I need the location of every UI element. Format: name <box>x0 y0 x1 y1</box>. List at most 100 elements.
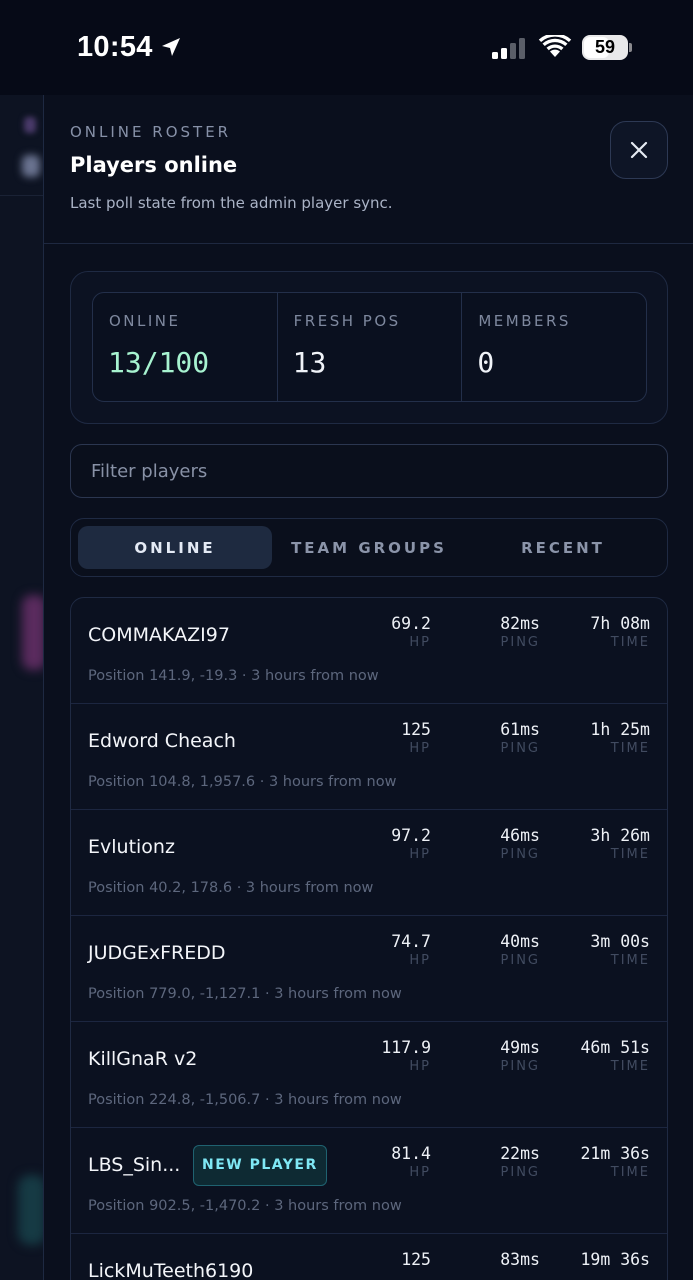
background-app <box>0 95 43 1280</box>
filter-players-field[interactable] <box>70 444 668 498</box>
player-ping: 40ms PING <box>440 932 540 968</box>
player-position: Position 224.8, -1,506.7 · 3 hours from … <box>88 1092 402 1108</box>
stat-value: 0 <box>477 346 495 379</box>
player-row[interactable]: KillGnaR v2 117.9 HP 49ms PING 46m 51s TIME… <box>71 1022 667 1128</box>
player-row[interactable]: COMMAKAZI97 69.2 HP 82ms PING 7h 08m TIME P… <box>71 598 667 704</box>
hp-value: 125 <box>401 1250 431 1269</box>
player-position: Position 104.8, 1,957.6 · 3 hours from n… <box>88 774 397 790</box>
hp-label: HP <box>409 741 431 756</box>
hp-label: HP <box>409 1059 431 1074</box>
player-position: Position 779.0, -1,127.1 · 3 hours from … <box>88 986 402 1002</box>
stat-members: MEMBERS 0 <box>461 293 646 401</box>
stats-card: ONLINE 13/100 FRESH POS 13 MEMBERS 0 <box>70 271 668 424</box>
ping-value: 46ms <box>500 826 540 845</box>
player-hp: 125 HP <box>331 720 431 756</box>
player-row[interactable]: Edword Cheach 125 HP 61ms PING 1h 25m TIME … <box>71 704 667 810</box>
battery-level: 59 <box>594 37 616 57</box>
player-name: Evlutionz <box>88 836 175 858</box>
header-divider <box>44 243 693 244</box>
stat-value: 13 <box>292 346 327 379</box>
time-value: 19m 36s <box>580 1250 650 1269</box>
player-row[interactable]: Evlutionz 97.2 HP 46ms PING 3h 26m TIME Pos… <box>71 810 667 916</box>
player-time: 1h 25m TIME <box>550 720 650 756</box>
player-name: LickMuTeeth6190 <box>88 1260 254 1280</box>
player-hp: 97.2 HP <box>331 826 431 862</box>
wifi-icon <box>538 35 572 57</box>
time-value: 46m 51s <box>580 1038 650 1057</box>
time-value: 21m 36s <box>580 1144 650 1163</box>
stat-label: FRESH POS <box>293 312 401 330</box>
stat-label: ONLINE <box>109 312 181 330</box>
filter-players-input[interactable] <box>71 445 667 497</box>
ping-label: PING <box>500 741 540 756</box>
time-value: 3m 00s <box>590 932 650 951</box>
player-ping: 46ms PING <box>440 826 540 862</box>
ping-value: 82ms <box>500 614 540 633</box>
hp-value: 69.2 <box>391 614 431 633</box>
player-time: 7h 08m TIME <box>550 614 650 650</box>
player-position: Position 902.5, -1,470.2 · 3 hours from … <box>88 1198 402 1214</box>
stat-label: MEMBERS <box>478 312 571 330</box>
ping-label: PING <box>500 635 540 650</box>
cellular-signal-icon <box>492 38 525 59</box>
player-ping: 82ms PING <box>440 614 540 650</box>
tab-online[interactable]: ONLINE <box>78 526 272 569</box>
panel-eyebrow: ONLINE ROSTER <box>70 123 232 141</box>
new-player-badge: NEW PLAYER <box>193 1145 327 1186</box>
time-value: 1h 25m <box>590 720 650 739</box>
hp-value: 74.7 <box>391 932 431 951</box>
ping-value: 40ms <box>500 932 540 951</box>
time-value: 3h 26m <box>590 826 650 845</box>
time-label: TIME <box>610 741 650 756</box>
location-arrow-icon <box>162 38 180 56</box>
player-time: 46m 51s TIME <box>550 1038 650 1074</box>
ping-value: 22ms <box>500 1144 540 1163</box>
close-icon <box>630 141 648 159</box>
players-list: COMMAKAZI97 69.2 HP 82ms PING 7h 08m TIME P… <box>70 597 668 1280</box>
ping-value: 83ms <box>500 1250 540 1269</box>
online-roster-panel: ONLINE ROSTER Players online Last poll s… <box>43 95 693 1280</box>
hp-value: 117.9 <box>381 1038 431 1057</box>
player-hp: 69.2 HP <box>331 614 431 650</box>
ping-label: PING <box>500 953 540 968</box>
hp-value: 97.2 <box>391 826 431 845</box>
player-hp: 81.4 HP <box>331 1144 431 1180</box>
ping-value: 49ms <box>500 1038 540 1057</box>
player-time: 19m 36s <box>550 1250 650 1269</box>
stat-value: 13/100 <box>108 346 210 379</box>
hp-value: 81.4 <box>391 1144 431 1163</box>
player-row[interactable]: LBS_Sin... NEW PLAYER 81.4 HP 22ms PING 21… <box>71 1128 667 1234</box>
player-name: Edword Cheach <box>88 730 236 752</box>
player-time: 3m 00s TIME <box>550 932 650 968</box>
time-value: 7h 08m <box>590 614 650 633</box>
battery-icon: 59 <box>582 35 632 60</box>
ping-label: PING <box>500 847 540 862</box>
stat-fresh-pos: FRESH POS 13 <box>276 293 462 401</box>
player-name: KillGnaR v2 <box>88 1048 198 1070</box>
player-ping: 83ms <box>440 1250 540 1269</box>
player-row[interactable]: LickMuTeeth6190 125 83ms 19m 36s <box>71 1234 667 1280</box>
player-ping: 61ms PING <box>440 720 540 756</box>
close-button[interactable] <box>610 121 668 179</box>
panel-title: Players online <box>70 153 238 177</box>
stats-grid: ONLINE 13/100 FRESH POS 13 MEMBERS 0 <box>92 292 647 402</box>
ping-value: 61ms <box>500 720 540 739</box>
player-ping: 22ms PING <box>440 1144 540 1180</box>
hp-value: 125 <box>401 720 431 739</box>
time-label: TIME <box>610 847 650 862</box>
hp-label: HP <box>409 847 431 862</box>
tab-recent[interactable]: RECENT <box>466 526 660 569</box>
player-hp: 125 <box>331 1250 431 1269</box>
player-name: JUDGExFREDD <box>88 942 226 964</box>
player-hp: 74.7 HP <box>331 932 431 968</box>
player-time: 21m 36s TIME <box>550 1144 650 1180</box>
time-label: TIME <box>610 1165 650 1180</box>
player-row[interactable]: JUDGExFREDD 74.7 HP 40ms PING 3m 00s TIME P… <box>71 916 667 1022</box>
time-label: TIME <box>610 953 650 968</box>
player-name: COMMAKAZI97 <box>88 624 230 646</box>
hp-label: HP <box>409 953 431 968</box>
time-label: TIME <box>610 1059 650 1074</box>
stat-online: ONLINE 13/100 <box>93 293 277 401</box>
tab-team-groups[interactable]: TEAM GROUPS <box>272 526 466 569</box>
player-position: Position 141.9, -19.3 · 3 hours from now <box>88 668 379 684</box>
